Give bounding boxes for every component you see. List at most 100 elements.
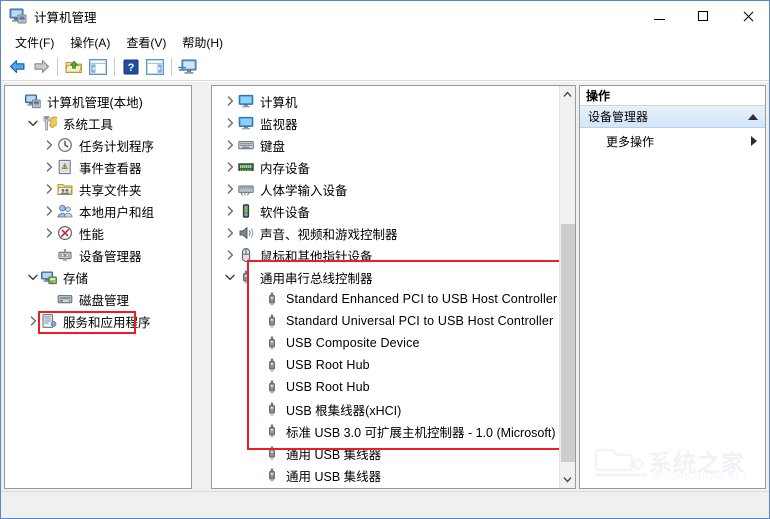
usb-icon — [264, 445, 282, 461]
device-item-15[interactable]: 标准 USB 3.0 可扩展主机控制器 - 1.0 (Microsoft) — [212, 420, 575, 442]
device-item-label: USB Root Hub — [286, 380, 370, 394]
menu-file[interactable]: 文件(F) — [7, 32, 62, 53]
device-item-4[interactable]: 人体学输入设备 — [212, 178, 575, 200]
collapse-chevron-icon[interactable] — [748, 113, 758, 120]
device-item-7[interactable]: 鼠标和其他指针设备 — [212, 244, 575, 266]
status-bar — [1, 491, 769, 518]
device-item-13[interactable]: USB Root Hub — [212, 376, 575, 398]
storage-icon — [41, 269, 59, 285]
device-manager-icon — [57, 247, 75, 263]
device-item-6[interactable]: 声音、视频和游戏控制器 — [212, 222, 575, 244]
sidebar-item-label: 事件查看器 — [79, 161, 142, 176]
actions-pane: 操作 设备管理器 更多操作 — [579, 85, 766, 489]
sidebar-item-3[interactable]: 事件查看器 — [5, 156, 191, 178]
sidebar-item-10[interactable]: 服务和应用程序 — [5, 310, 191, 332]
actions-pane-header[interactable]: 设备管理器 — [580, 106, 765, 128]
device-item-17[interactable]: 通用 USB 集线器 — [212, 464, 575, 486]
device-item-14[interactable]: USB 根集线器(xHCI) — [212, 398, 575, 420]
scroll-up-button[interactable] — [560, 86, 575, 103]
device-item-1[interactable]: 监视器 — [212, 112, 575, 134]
device-item-11[interactable]: USB Composite Device — [212, 332, 575, 354]
toolbar-separator — [171, 57, 172, 76]
scroll-down-button[interactable] — [560, 471, 575, 488]
local-users-groups-icon — [57, 203, 75, 219]
device-item-label: USB Root Hub — [286, 358, 370, 372]
help-icon[interactable]: ? — [119, 55, 143, 79]
sidebar-item-9[interactable]: 磁盘管理 — [5, 288, 191, 310]
actions-pane-header-label: 设备管理器 — [588, 110, 649, 124]
device-item-label: Standard Enhanced PCI to USB Host Contro… — [286, 292, 558, 306]
device-list-scrollbar[interactable] — [559, 86, 575, 488]
keyboard-icon — [238, 137, 256, 153]
computer-management-icon — [25, 93, 43, 109]
sidebar-item-5[interactable]: 本地用户和组 — [5, 200, 191, 222]
sidebar-item-2[interactable]: 任务计划程序 — [5, 134, 191, 156]
forward-arrow-icon[interactable] — [29, 55, 53, 79]
device-list-pane: 计算机 监视器 键盘 内存设备 人体学输入设备 软件设备 声音、视频和游戏控制器… — [211, 85, 576, 489]
sidebar-item-label: 系统工具 — [63, 117, 114, 132]
device-item-16[interactable]: 通用 USB 集线器 — [212, 442, 575, 464]
device-item-0[interactable]: 计算机 — [212, 90, 575, 112]
chevron-down-icon[interactable] — [222, 274, 238, 281]
device-item-label: 监视器 — [260, 117, 298, 132]
device-item-label: 计算机 — [260, 95, 298, 110]
menu-help[interactable]: 帮助(H) — [174, 32, 231, 53]
back-arrow-icon[interactable] — [5, 55, 29, 79]
chevron-right-icon[interactable] — [41, 206, 57, 216]
sidebar-item-0[interactable]: 计算机管理(本地) — [5, 90, 191, 112]
chevron-right-icon[interactable] — [222, 250, 238, 260]
chevron-right-icon[interactable] — [222, 184, 238, 194]
device-item-9[interactable]: Standard Enhanced PCI to USB Host Contro… — [212, 288, 575, 310]
menu-view[interactable]: 查看(V) — [118, 32, 174, 53]
chevron-right-icon[interactable] — [41, 162, 57, 172]
device-item-8[interactable]: 通用串行总线控制器 — [212, 266, 575, 288]
chevron-right-icon[interactable] — [41, 184, 57, 194]
chevron-right-icon[interactable] — [222, 96, 238, 106]
performance-icon — [57, 225, 75, 241]
menu-action[interactable]: 操作(A) — [62, 32, 118, 53]
device-item-5[interactable]: 软件设备 — [212, 200, 575, 222]
actions-list: 更多操作 — [580, 128, 765, 152]
usb-icon — [264, 401, 282, 417]
usb-icon — [264, 335, 282, 351]
up-folder-icon[interactable] — [62, 55, 86, 79]
close-button[interactable] — [725, 1, 769, 31]
sidebar-item-1[interactable]: 系统工具 — [5, 112, 191, 134]
chevron-down-icon[interactable] — [25, 120, 41, 127]
chevron-right-icon[interactable] — [41, 228, 57, 238]
shared-folders-icon — [57, 181, 75, 197]
minimize-button[interactable] — [637, 1, 681, 31]
sound-icon — [238, 225, 256, 241]
sidebar-item-7[interactable]: 设备管理器 — [5, 244, 191, 266]
chevron-right-icon[interactable] — [222, 118, 238, 128]
show-hide-tree-icon[interactable] — [86, 55, 110, 79]
services-apps-icon — [41, 313, 59, 329]
action-more-actions[interactable]: 更多操作 — [580, 130, 765, 152]
sidebar-item-label: 服务和应用程序 — [63, 315, 151, 330]
chevron-right-icon[interactable] — [222, 206, 238, 216]
chevron-right-icon[interactable] — [222, 162, 238, 172]
device-item-label: 通用 USB 集线器 — [286, 469, 382, 484]
scrollbar-thumb[interactable] — [561, 224, 575, 462]
chevron-right-icon[interactable] — [222, 228, 238, 238]
device-item-10[interactable]: Standard Universal PCI to USB Host Contr… — [212, 310, 575, 332]
toolbar-separator — [57, 57, 58, 76]
device-item-label: 内存设备 — [260, 161, 311, 176]
scan-hardware-icon[interactable] — [176, 55, 200, 79]
chevron-right-icon[interactable] — [25, 316, 41, 326]
device-item-18[interactable]: 网络适配器 — [212, 486, 575, 488]
sidebar-item-8[interactable]: 存储 — [5, 266, 191, 288]
device-item-2[interactable]: 键盘 — [212, 134, 575, 156]
device-item-label: 通用 USB 集线器 — [286, 447, 382, 462]
device-item-12[interactable]: USB Root Hub — [212, 354, 575, 376]
chevron-right-icon[interactable] — [41, 140, 57, 150]
device-item-3[interactable]: 内存设备 — [212, 156, 575, 178]
main-content-area: 计算机管理(本地) 系统工具 任务计划程序 事件查看器 共享文件夹 本地用户和组… — [1, 82, 769, 491]
sidebar-item-4[interactable]: 共享文件夹 — [5, 178, 191, 200]
chevron-down-icon[interactable] — [25, 274, 41, 281]
sidebar-item-6[interactable]: 性能 — [5, 222, 191, 244]
usb-icon — [264, 379, 282, 395]
chevron-right-icon[interactable] — [222, 140, 238, 150]
show-hide-action-pane-icon[interactable] — [143, 55, 167, 79]
maximize-button[interactable] — [681, 1, 725, 31]
